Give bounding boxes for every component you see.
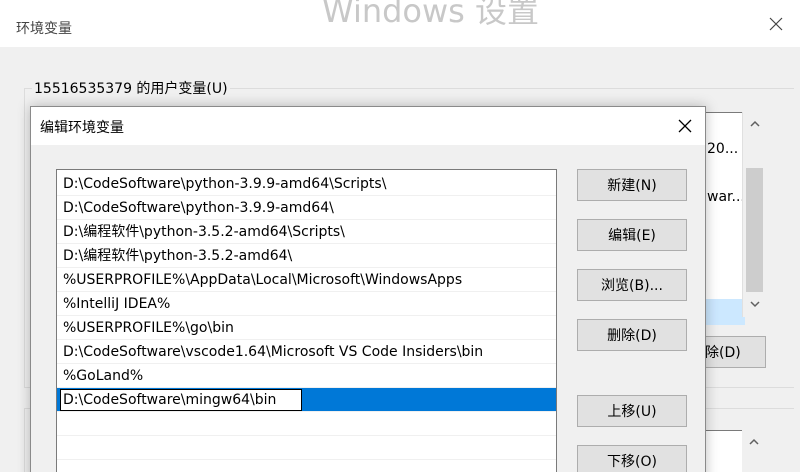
path-row[interactable]: D:\CodeSoftware\python-3.9.9-amd64\Scrip… bbox=[57, 172, 556, 196]
bg-window-title: 环境变量 bbox=[16, 21, 72, 37]
move-down-button[interactable]: 下移(O) bbox=[577, 445, 687, 472]
user-variables-label: 15516535379 的用户变量(U) bbox=[32, 78, 230, 98]
edit-button[interactable]: 编辑(E) bbox=[577, 219, 687, 251]
browse-button[interactable]: 浏览(B)... bbox=[577, 269, 687, 301]
close-icon[interactable] bbox=[675, 116, 695, 136]
path-list[interactable]: D:\CodeSoftware\python-3.9.9-amd64\Scrip… bbox=[56, 169, 557, 472]
new-button[interactable]: 新建(N) bbox=[577, 169, 687, 201]
list-item[interactable]: 20... bbox=[707, 141, 738, 157]
path-row[interactable]: %USERPROFILE%\go\bin bbox=[57, 316, 556, 340]
path-row-empty[interactable] bbox=[57, 436, 556, 460]
path-row-editing[interactable] bbox=[57, 388, 556, 412]
chevron-up-icon[interactable] bbox=[749, 118, 761, 130]
selected-row-highlight bbox=[701, 299, 745, 325]
scrollbar-thumb[interactable] bbox=[746, 168, 763, 292]
path-row[interactable]: D:\CodeSoftware\vscode1.64\Microsoft VS … bbox=[57, 340, 556, 364]
path-row-empty[interactable] bbox=[57, 412, 556, 436]
vertical-scrollbar[interactable] bbox=[742, 430, 766, 472]
delete-button[interactable]: 删除(D) bbox=[577, 319, 687, 351]
chevron-down-icon[interactable] bbox=[749, 298, 761, 310]
dialog-titlebar: 编辑环境变量 bbox=[31, 107, 705, 145]
bg-titlebar: Windows 设置 环境变量 bbox=[0, 0, 800, 47]
vertical-scrollbar[interactable] bbox=[742, 112, 766, 317]
edit-environment-variable-dialog: 编辑环境变量 D:\CodeSoftware\python-3.9.9-amd6… bbox=[30, 106, 706, 472]
close-icon[interactable] bbox=[766, 14, 786, 34]
move-up-button[interactable]: 上移(U) bbox=[577, 395, 687, 427]
chevron-up-icon[interactable] bbox=[748, 436, 760, 448]
path-row[interactable]: D:\CodeSoftware\python-3.9.9-amd64\ bbox=[57, 196, 556, 220]
path-row[interactable]: %USERPROFILE%\AppData\Local\Microsoft\Wi… bbox=[57, 268, 556, 292]
path-row[interactable]: %GoLand% bbox=[57, 364, 556, 388]
list-item[interactable]: war... bbox=[707, 189, 745, 205]
dialog-title: 编辑环境变量 bbox=[40, 120, 124, 136]
path-row[interactable]: D:\编程软件\python-3.5.2-amd64\Scripts\ bbox=[57, 220, 556, 244]
path-edit-input[interactable] bbox=[60, 389, 302, 411]
path-row[interactable]: D:\编程软件\python-3.5.2-amd64\ bbox=[57, 244, 556, 268]
path-row[interactable]: %IntelliJ IDEA% bbox=[57, 292, 556, 316]
watermark-text: Windows 设置 bbox=[322, 0, 540, 30]
